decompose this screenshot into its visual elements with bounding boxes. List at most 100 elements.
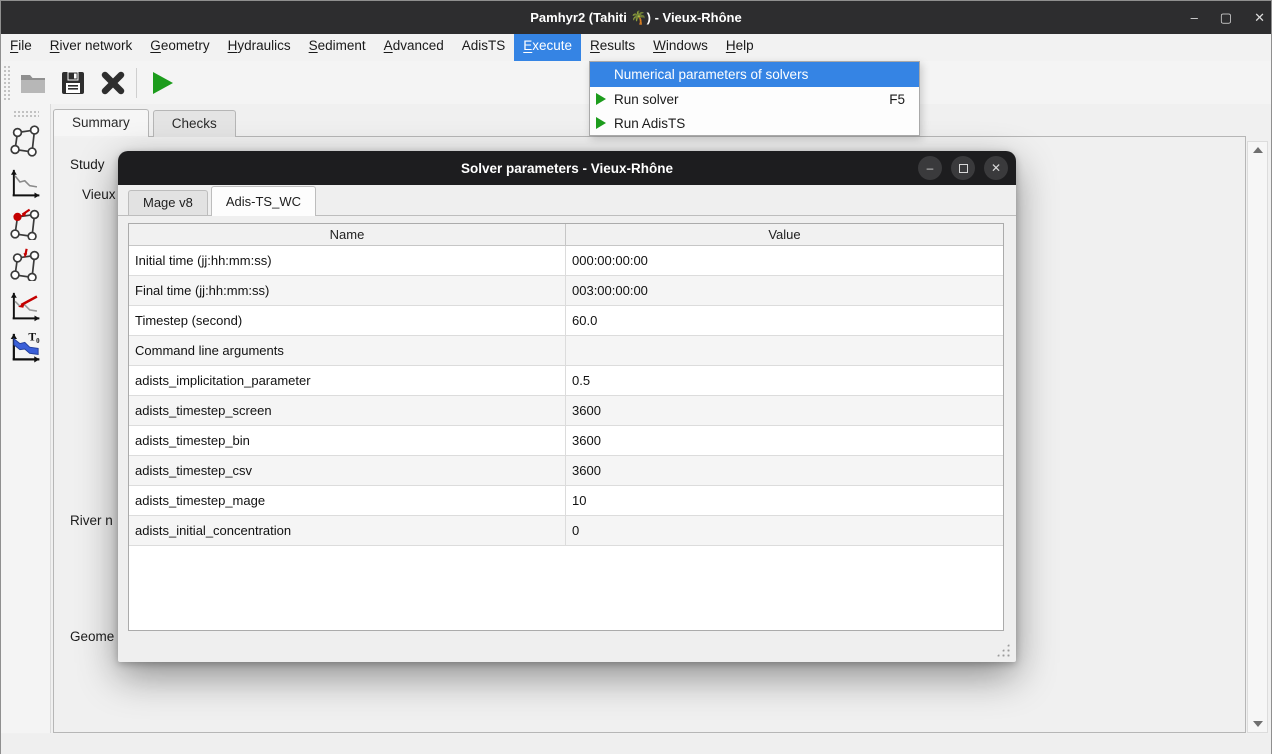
initial-condition-tool-button[interactable]: T₀ [6, 327, 46, 365]
maximize-square-icon [959, 164, 968, 173]
param-value-cell[interactable]: 3600 [566, 456, 1003, 485]
menu-item-run-adists[interactable]: Run AdisTS [590, 111, 919, 135]
param-name-cell[interactable]: adists_timestep_csv [129, 456, 566, 485]
dialog-title: Solver parameters - Vieux-Rhône [461, 161, 673, 176]
param-name-cell[interactable]: adists_initial_concentration [129, 516, 566, 545]
menu-sediment[interactable]: Sediment [300, 34, 375, 61]
dialog-close-button[interactable]: ✕ [984, 156, 1008, 180]
param-name-cell[interactable]: adists_timestep_mage [129, 486, 566, 515]
profile-chart-icon [9, 165, 43, 199]
table-row[interactable]: adists_timestep_screen3600 [129, 396, 1003, 426]
column-header-name[interactable]: Name [129, 224, 566, 245]
param-value-cell[interactable]: 0.5 [566, 366, 1003, 395]
param-value-cell[interactable]: 003:00:00:00 [566, 276, 1003, 305]
profile-chart-tool-button[interactable] [6, 163, 46, 201]
scroll-up-button[interactable] [1248, 142, 1267, 158]
param-name-cell[interactable]: Command line arguments [129, 336, 566, 365]
river-network-group-label: River n [67, 513, 116, 528]
dialog-titlebar[interactable]: Solver parameters - Vieux-Rhône – ✕ [118, 151, 1016, 185]
menu-execute[interactable]: Execute [514, 34, 581, 61]
dialog-maximize-button[interactable] [951, 156, 975, 180]
dialog-resize-grip[interactable] [996, 643, 1010, 657]
close-study-button[interactable] [94, 65, 132, 101]
table-row[interactable]: adists_timestep_csv3600 [129, 456, 1003, 486]
table-row[interactable]: Timestep (second)60.0 [129, 306, 1003, 336]
river-network-tool-button[interactable] [6, 122, 46, 160]
arrow-down-icon [1253, 721, 1263, 727]
edit-reach-network-icon [9, 247, 43, 281]
solver-parameters-dialog: Solver parameters - Vieux-Rhône – ✕ Mage… [118, 151, 1016, 662]
dialog-table-body: Initial time (jj:hh:mm:ss)000:00:00:00Fi… [129, 246, 1003, 546]
param-name-cell[interactable]: Final time (jj:hh:mm:ss) [129, 276, 566, 305]
table-row[interactable]: Initial time (jj:hh:mm:ss)000:00:00:00 [129, 246, 1003, 276]
table-header-row: Name Value [129, 224, 1003, 246]
toolbar-separator [136, 68, 137, 98]
table-row[interactable]: adists_initial_concentration0 [129, 516, 1003, 546]
param-name-cell[interactable]: Initial time (jj:hh:mm:ss) [129, 246, 566, 275]
left-tool-rail: T₀ [1, 104, 51, 733]
table-row[interactable]: adists_timestep_mage10 [129, 486, 1003, 516]
menu-adists[interactable]: AdisTS [453, 34, 515, 61]
menu-geometry[interactable]: Geometry [141, 34, 218, 61]
table-row[interactable]: adists_implicitation_parameter0.5 [129, 366, 1003, 396]
tab-checks[interactable]: Checks [153, 110, 236, 137]
param-name-cell[interactable]: adists_timestep_screen [129, 396, 566, 425]
menu-windows[interactable]: Windows [644, 34, 717, 61]
play-icon [596, 93, 606, 105]
main-titlebar: Pamhyr2 (Tahiti 🌴) - Vieux-Rhône – ▢ ✕ [1, 1, 1271, 34]
toolbar-drag-handle[interactable] [3, 65, 12, 101]
study-name: Vieux [79, 187, 119, 202]
shortcut-f5: F5 [889, 92, 905, 107]
edit-node-tool-button[interactable] [6, 204, 46, 242]
save-floppy-icon [60, 70, 86, 96]
edit-reach-tool-button[interactable] [6, 245, 46, 283]
param-value-cell[interactable]: 3600 [566, 396, 1003, 425]
param-value-cell[interactable]: 10 [566, 486, 1003, 515]
tab-summary[interactable]: Summary [53, 109, 149, 137]
scroll-down-button[interactable] [1248, 716, 1267, 732]
menu-file[interactable]: File [1, 34, 41, 61]
svg-text:T₀: T₀ [28, 332, 40, 344]
study-group-label: Study [67, 157, 108, 172]
column-header-value[interactable]: Value [566, 224, 1003, 245]
table-row[interactable]: Command line arguments [129, 336, 1003, 366]
save-study-button[interactable] [54, 65, 92, 101]
open-study-button[interactable] [14, 65, 52, 101]
param-value-cell[interactable]: 60.0 [566, 306, 1003, 335]
play-icon [596, 117, 606, 129]
dialog-tab-adis-ts-wc[interactable]: Adis-TS_WC [211, 186, 316, 215]
minimize-button[interactable]: – [1191, 10, 1198, 25]
param-name-cell[interactable]: adists_timestep_bin [129, 426, 566, 455]
menu-help[interactable]: Help [717, 34, 763, 61]
close-button[interactable]: ✕ [1254, 10, 1265, 26]
vertical-scrollbar[interactable] [1247, 141, 1268, 733]
table-row[interactable]: adists_timestep_bin3600 [129, 426, 1003, 456]
parameters-table: Name Value Initial time (jj:hh:mm:ss)000… [128, 223, 1004, 631]
menu-item-run-solver[interactable]: Run solver F5 [590, 87, 919, 111]
param-name-cell[interactable]: Timestep (second) [129, 306, 566, 335]
sediment-chart-tool-button[interactable] [6, 286, 46, 324]
dialog-tabbar: Mage v8 Adis-TS_WC [118, 185, 1016, 216]
menu-river-network[interactable]: River network [41, 34, 142, 61]
run-solver-button[interactable] [143, 65, 181, 101]
rail-drag-handle[interactable] [13, 110, 39, 118]
maximize-button[interactable]: ▢ [1220, 10, 1232, 26]
param-value-cell[interactable] [566, 336, 1003, 365]
menu-results[interactable]: Results [581, 34, 644, 61]
initial-condition-t0-chart-icon: T₀ [9, 329, 43, 363]
status-strip [1, 734, 1271, 754]
menu-hydraulics[interactable]: Hydraulics [219, 34, 300, 61]
geometry-group-label: Geome [67, 629, 117, 644]
dialog-minimize-button[interactable]: – [918, 156, 942, 180]
close-x-icon [100, 70, 126, 96]
param-name-cell[interactable]: adists_implicitation_parameter [129, 366, 566, 395]
open-folder-icon [19, 70, 47, 96]
param-value-cell[interactable]: 000:00:00:00 [566, 246, 1003, 275]
param-value-cell[interactable]: 0 [566, 516, 1003, 545]
menubar: File River network Geometry Hydraulics S… [1, 34, 1271, 61]
menu-advanced[interactable]: Advanced [375, 34, 453, 61]
dialog-tab-mage-v8[interactable]: Mage v8 [128, 190, 208, 215]
table-row[interactable]: Final time (jj:hh:mm:ss)003:00:00:00 [129, 276, 1003, 306]
param-value-cell[interactable]: 3600 [566, 426, 1003, 455]
menu-item-numerical-parameters[interactable]: Numerical parameters of solvers [590, 62, 919, 87]
